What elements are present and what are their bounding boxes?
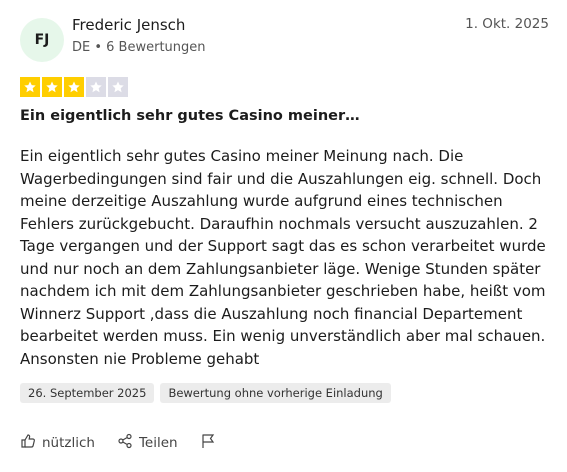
experience-date-tag: 26. September 2025 xyxy=(20,383,155,403)
helpful-label: nützlich xyxy=(42,435,95,451)
review-actions: nützlich Teilen xyxy=(20,433,216,453)
avatar[interactable]: FJ xyxy=(20,18,64,62)
star-icon xyxy=(64,77,84,97)
flag-icon xyxy=(200,433,216,453)
star-icon xyxy=(42,77,62,97)
helpful-button[interactable]: nützlich xyxy=(20,433,95,453)
star-icon xyxy=(86,77,106,97)
report-button[interactable] xyxy=(200,433,216,453)
share-button[interactable]: Teilen xyxy=(117,433,178,453)
invitation-tag: Bewertung ohne vorherige Einladung xyxy=(160,383,391,403)
review-header: FJ Frederic Jensch DE • 6 Bewertungen 1.… xyxy=(20,14,549,64)
reviewer-meta: DE • 6 Bewertungen xyxy=(72,40,206,55)
star-icon xyxy=(108,77,128,97)
thumbs-up-icon xyxy=(20,433,36,453)
reviewer-name[interactable]: Frederic Jensch xyxy=(72,16,185,34)
review-date: 1. Okt. 2025 xyxy=(465,16,549,32)
review-body: Ein eigentlich sehr gutes Casino meiner … xyxy=(20,147,546,368)
review-title: Ein eigentlich sehr gutes Casino meiner… xyxy=(20,108,360,124)
share-icon xyxy=(117,433,133,453)
star-icon xyxy=(20,77,40,97)
review-tags: 26. September 2025 Bewertung ohne vorheri… xyxy=(20,383,391,403)
share-label: Teilen xyxy=(138,435,178,451)
star-rating xyxy=(20,77,128,97)
